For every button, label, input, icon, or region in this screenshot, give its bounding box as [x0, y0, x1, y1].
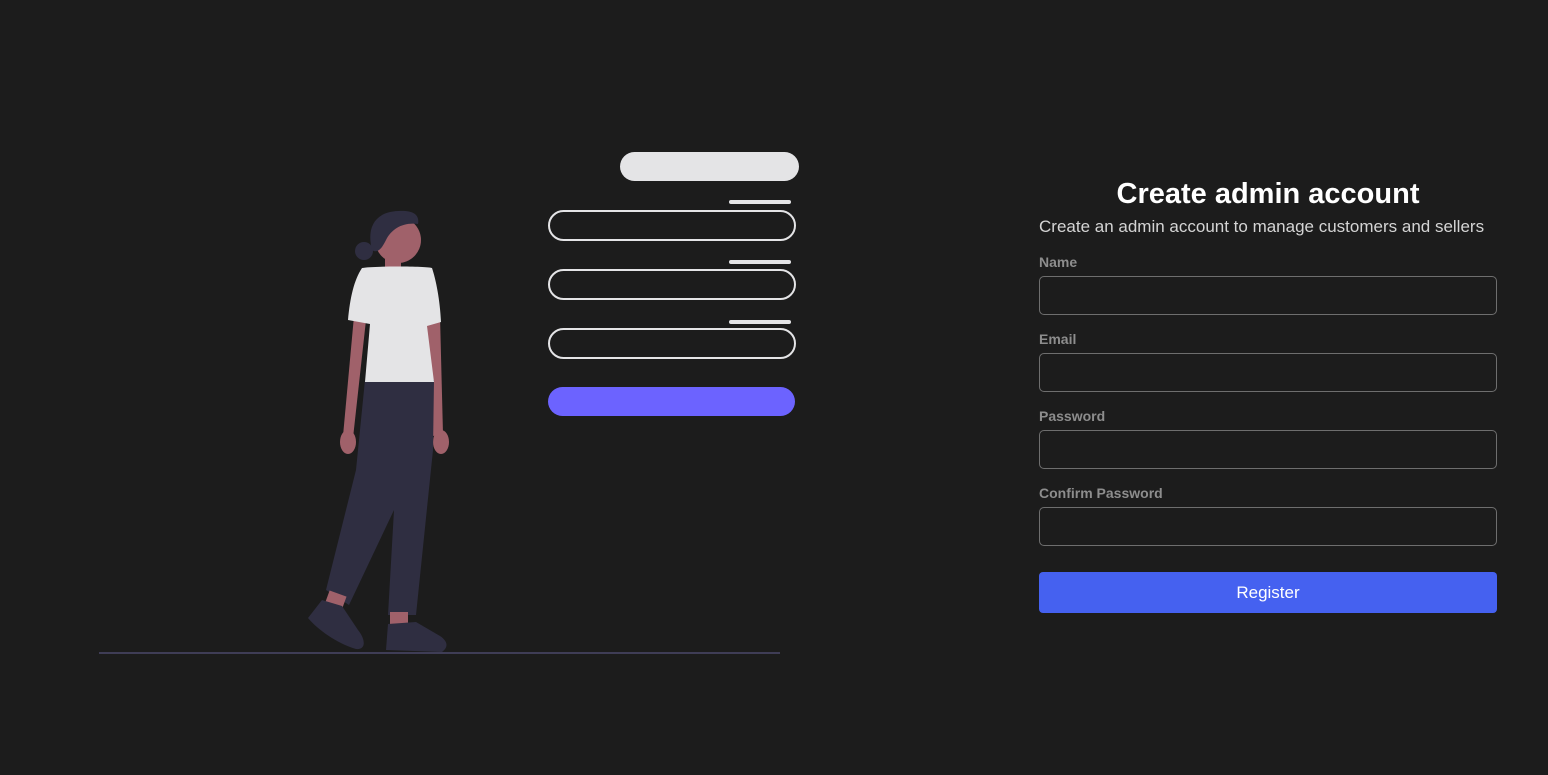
mock-input: [548, 328, 796, 359]
mock-submit-button: [548, 387, 795, 416]
register-page: Create admin account Create an admin acc…: [0, 0, 1548, 775]
confirm-password-label: Confirm Password: [1039, 485, 1163, 501]
confirm-password-input[interactable]: [1039, 507, 1497, 546]
mock-input: [548, 269, 796, 300]
name-label: Name: [1039, 254, 1078, 270]
email-label: Email: [1039, 331, 1077, 347]
mock-label-line: [729, 320, 791, 324]
register-form: Create admin account Create an admin acc…: [1039, 176, 1497, 613]
mock-header-bar: [620, 152, 799, 181]
person-figure: [308, 210, 449, 652]
mock-label-line: [729, 260, 791, 264]
mock-label-line: [729, 200, 791, 204]
name-input[interactable]: [1039, 276, 1497, 315]
name-field-group: Name: [1039, 254, 1497, 315]
confirm-password-field-group: Confirm Password: [1039, 485, 1497, 546]
sign-up-illustration: [99, 152, 799, 654]
password-input[interactable]: [1039, 430, 1497, 469]
password-field-group: Password: [1039, 408, 1497, 469]
mock-input: [548, 210, 796, 241]
page-title: Create admin account: [1116, 178, 1420, 210]
password-label: Password: [1039, 408, 1106, 424]
page-subtitle: Create an admin account to manage custom…: [1039, 217, 1485, 236]
register-button[interactable]: Register: [1039, 572, 1497, 613]
email-input[interactable]: [1039, 353, 1497, 392]
email-field-group: Email: [1039, 331, 1497, 392]
